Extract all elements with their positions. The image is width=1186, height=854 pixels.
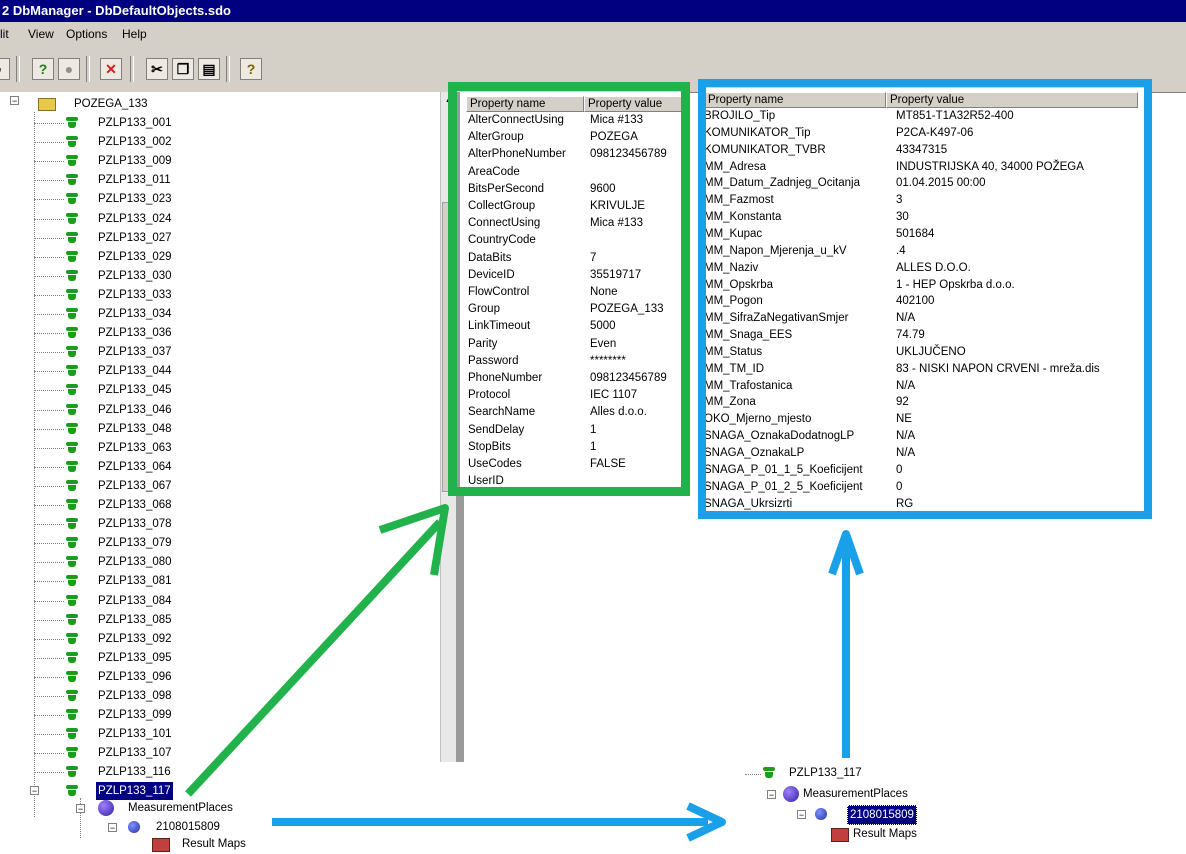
green-arrowhead <box>378 504 449 576</box>
green-arrow <box>185 519 443 797</box>
annotation-arrows <box>185 504 864 842</box>
